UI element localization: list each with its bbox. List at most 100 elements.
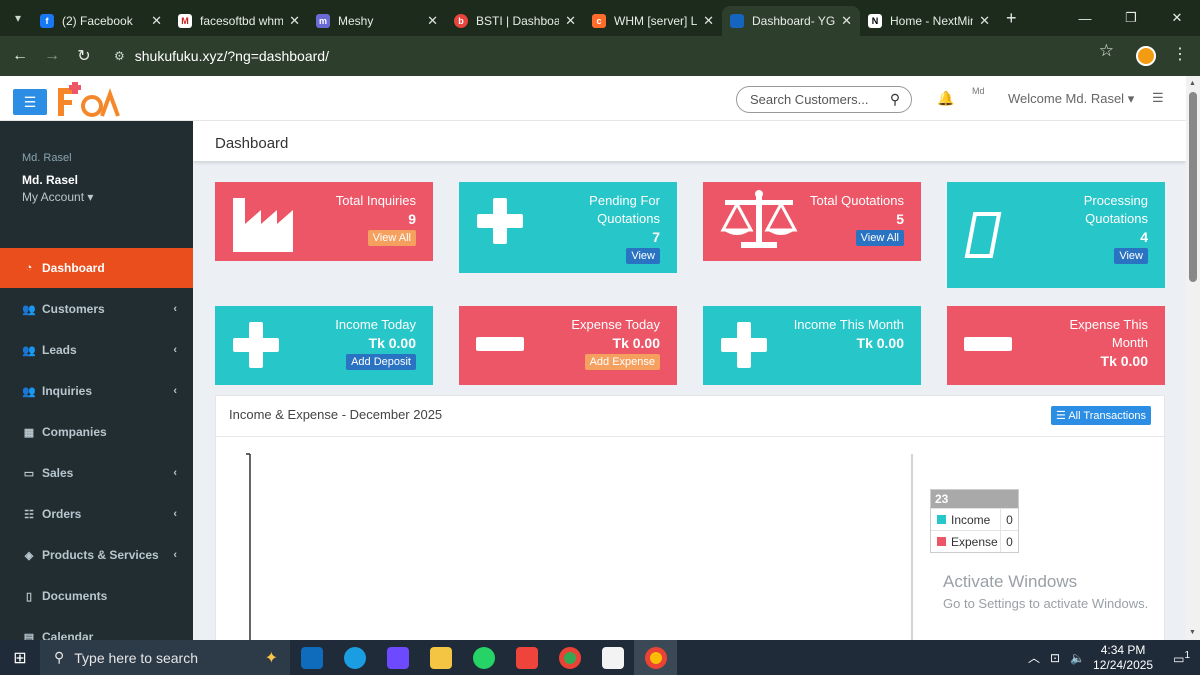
whatsapp-icon[interactable] [462,640,505,675]
close-icon[interactable]: ✕ [151,13,162,29]
close-icon[interactable]: ✕ [565,13,576,29]
forward-icon[interactable]: → [36,40,68,72]
file-explorer-icon[interactable] [419,640,462,675]
tooltip-row-expense: Expense 0 [931,530,1018,552]
browser-tab[interactable]: Mfacesoftbd whm ✕ [170,6,308,36]
content-header: Dashboard [193,121,1186,161]
plus-icon [721,322,767,368]
sparkle-icon: ✦ [264,649,278,667]
edge-icon[interactable] [333,640,376,675]
windows-start-icon[interactable]: ⊞ [0,648,40,668]
system-tray: ︿ ⊡ 🔈 4:34 PM 12/24/2025 ▭1 [1018,640,1200,675]
view-processing-button[interactable]: View [1114,248,1148,264]
chevron-left-icon: ‹ [173,385,177,397]
address-bar: ← → ↻ ⚙ shukufuku.xyz/?ng=dashboard/ ☆ ⋮ [0,36,1200,76]
browser-tab[interactable]: c WHM [server] Li ✕ [584,6,722,36]
add-expense-button[interactable]: Add Expense [584,354,660,370]
sidebar-item-inquiries[interactable]: 👥 Inquiries ‹ [0,371,193,411]
bell-icon[interactable]: 🔔 [937,90,954,107]
stat-processing-quotations: Processing Quotations 4 View [947,182,1165,288]
user-menu[interactable]: Welcome Md. Rasel ▾ [1008,91,1134,107]
bookmark-star-icon[interactable]: ☆ [1099,41,1114,61]
sidebar-item-orders[interactable]: ☷ Orders ‹ [0,494,193,534]
scroll-down-icon[interactable]: ▼ [1189,629,1196,636]
reload-icon[interactable]: ↻ [68,40,100,72]
bsti-icon: b [454,14,468,28]
view-all-quotations-button[interactable]: View All [855,230,904,246]
view-all-inquiries-button[interactable]: View All [367,230,416,246]
sidebar-item-calendar[interactable]: ▤ Calendar [0,617,193,640]
facebook-icon: f [40,14,54,28]
sidebar-item-dashboard[interactable]: ◔ Dashboard [0,248,193,288]
plus-icon [233,322,279,368]
sidebar-item-customers[interactable]: 👥 Customers ‹ [0,289,193,329]
restore-icon[interactable]: ❐ [1108,0,1154,36]
main-content: Dashboard Total Inquiries 9 View All Pen… [193,121,1186,640]
page-icon [730,14,744,28]
close-icon[interactable]: ✕ [979,13,990,29]
browser-tab[interactable]: bBSTI | Dashboard✕ [446,6,584,36]
user-avatar[interactable]: Md [972,86,992,112]
tab-search-icon[interactable]: ▾ [4,4,32,32]
settings-list-icon[interactable]: ☰ [1152,90,1164,106]
taskbar-search-input[interactable]: ⚲ Type here to search ✦ [40,640,290,675]
sidebar-item-documents[interactable]: ▯ Documents [0,576,193,616]
my-account-link[interactable]: My Account ▾ [22,190,93,204]
minus-icon [964,337,1012,351]
sidebar-item-leads[interactable]: 👥 Leads ‹ [0,330,193,370]
browser-tab-active[interactable]: Dashboard- YGE ✕ [722,6,860,36]
minimize-icon[interactable]: — [1062,0,1108,36]
taskbar-clock[interactable]: 4:34 PM 12/24/2025 [1093,643,1153,673]
legend-swatch [937,515,946,524]
sidebar-item-companies[interactable]: ▦ Companies [0,412,193,452]
browser-tab[interactable]: m Meshy ✕ [308,6,446,36]
file-icon: ▯ [25,590,33,603]
stat-pending-quotations: Pending For Quotations 7 View [459,182,677,273]
close-icon[interactable]: ✕ [289,13,300,29]
sidebar-item-products-services[interactable]: ◈ Products & Services ‹ [0,535,193,575]
outlook-icon[interactable] [290,640,333,675]
close-icon[interactable]: ✕ [841,13,852,29]
back-icon[interactable]: ← [4,40,36,72]
proton-vpn-icon[interactable] [376,640,419,675]
window-controls: — ❐ ✕ [1062,0,1200,36]
browser-menu-icon[interactable]: ⋮ [1172,44,1188,64]
users-icon: 👥 [22,303,36,316]
sidebar: Md. Rasel Md. Rasel My Account ▾ ◔ Dashbo… [0,121,193,640]
browser-tab[interactable]: N Home - NextMin ✕ [860,6,998,36]
close-icon[interactable]: ✕ [427,13,438,29]
building-icon: ▦ [23,426,35,439]
add-deposit-button[interactable]: Add Deposit [346,354,416,370]
app-topbar: ☰ Search Customers... ⚲ 🔔 Md Welcome Md.… [0,76,1186,121]
page-scrollbar[interactable]: ▲ ▼ [1186,76,1200,640]
sidebar-toggle-button[interactable]: ☰ [13,89,47,115]
scrollbar-thumb[interactable] [1189,92,1197,282]
stat-income-today: Income Today Tk 0.00 Add Deposit [215,306,433,385]
network-icon[interactable]: ⊡ [1050,651,1060,665]
search-icon[interactable]: ⚲ [885,91,905,108]
stat-income-month: Income This Month Tk 0.00 [703,306,921,385]
scroll-up-icon[interactable]: ▲ [1189,80,1196,87]
stat-total-inquiries: Total Inquiries 9 View All [215,182,433,261]
cube-icon: ◈ [24,549,34,562]
anydesk-icon[interactable] [505,640,548,675]
close-window-icon[interactable]: ✕ [1154,0,1200,36]
close-icon[interactable]: ✕ [703,13,714,29]
sidebar-item-sales[interactable]: ▭ Sales ‹ [0,453,193,493]
profile-avatar[interactable] [1136,46,1156,66]
url-field[interactable]: ⚙ shukufuku.xyz/?ng=dashboard/ [104,41,1124,71]
view-pending-button[interactable]: View [626,248,660,264]
chart-tooltip: 23 Income 0 Expense 0 [930,489,1019,553]
site-settings-icon[interactable]: ⚙ [114,49,125,63]
volume-icon[interactable]: 🔈 [1070,651,1085,665]
new-tab-button[interactable]: + [1006,8,1017,29]
microsoft-store-icon[interactable] [591,640,634,675]
browser-tab[interactable]: f (2) Facebook ✕ [32,6,170,36]
notification-icon[interactable]: ▭1 [1173,650,1190,666]
meshy-icon: m [316,14,330,28]
chrome-icon[interactable] [548,640,591,675]
chevron-up-icon[interactable]: ︿ [1028,649,1040,666]
customer-search-input[interactable]: Search Customers... ⚲ [736,86,912,113]
all-transactions-button[interactable]: ☰ All Transactions [1051,406,1151,425]
chrome-profile-icon[interactable] [634,640,677,675]
